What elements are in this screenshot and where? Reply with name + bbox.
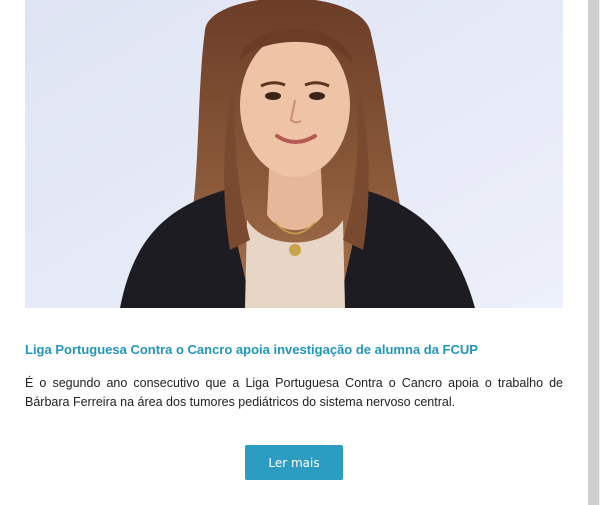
article-photo <box>25 0 563 308</box>
article-title[interactable]: Liga Portuguesa Contra o Cancro apoia in… <box>25 342 563 358</box>
news-article-card: Liga Portuguesa Contra o Cancro apoia in… <box>0 0 588 505</box>
article-summary: É o segundo ano consecutivo que a Liga P… <box>25 376 563 409</box>
scrollbar-thumb[interactable] <box>588 0 599 505</box>
read-more-button[interactable]: Ler mais <box>245 445 343 480</box>
